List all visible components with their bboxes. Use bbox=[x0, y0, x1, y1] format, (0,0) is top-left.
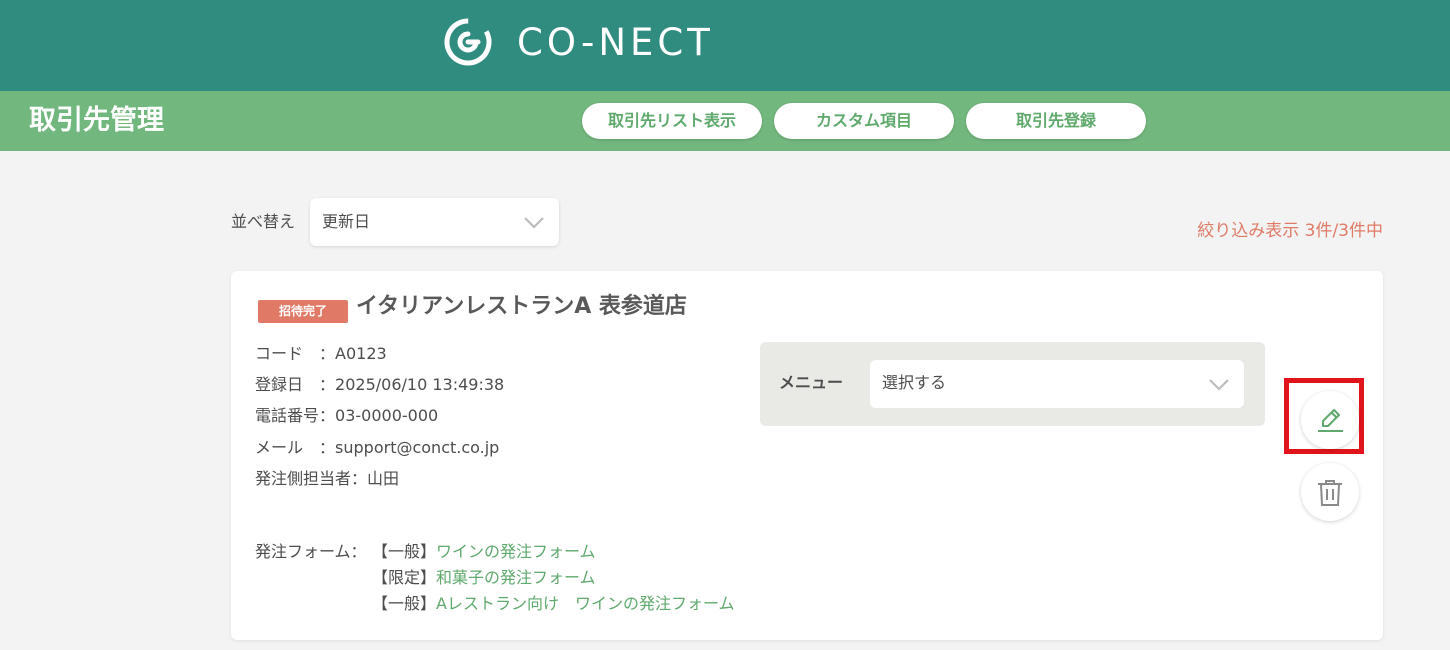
info-separator: ： bbox=[319, 406, 336, 425]
top-header: CO-NECT bbox=[0, 0, 1450, 91]
info-email: メール ：support@conct.co.jp bbox=[255, 437, 499, 459]
sort-label: 並べ替え bbox=[231, 212, 296, 231]
sort-selected-value: 更新日 bbox=[322, 212, 371, 231]
order-form-item: 【限定】和菓子の発注フォーム bbox=[372, 567, 596, 589]
sort-select[interactable]: 更新日 bbox=[310, 198, 559, 246]
status-badge: 招待完了 bbox=[258, 300, 348, 323]
menu-select[interactable]: 選択する bbox=[870, 360, 1244, 408]
register-partner-button[interactable]: 取引先登録 bbox=[966, 103, 1146, 139]
order-form-link[interactable]: 和菓子の発注フォーム bbox=[436, 568, 596, 587]
info-separator: ： bbox=[303, 375, 336, 394]
order-form-tag: 【一般】 bbox=[372, 594, 437, 613]
chevron-down-icon bbox=[1209, 379, 1229, 391]
info-value: 山田 bbox=[367, 469, 400, 488]
trash-icon bbox=[1318, 480, 1342, 506]
menu-label: メニュー bbox=[779, 373, 844, 392]
info-separator: ： bbox=[303, 344, 336, 363]
info-separator: ： bbox=[303, 438, 336, 457]
order-forms-label: 発注フォーム： bbox=[255, 542, 367, 561]
info-value: 03-0000-000 bbox=[335, 406, 439, 425]
custom-fields-button[interactable]: カスタム項目 bbox=[774, 103, 954, 139]
info-separator: ： bbox=[351, 469, 368, 488]
sub-header: 取引先管理 取引先リスト表示 カスタム項目 取引先登録 bbox=[0, 91, 1450, 151]
partner-card: 招待完了 イタリアンレストランA 表参道店 コード ：A0123 登録日 ：20… bbox=[231, 271, 1383, 640]
filter-status: 絞り込み表示 3件/3件中 bbox=[1197, 221, 1383, 241]
info-label: 電話番号 bbox=[255, 406, 320, 425]
info-label: メール bbox=[255, 438, 304, 457]
order-form-tag: 【一般】 bbox=[372, 542, 437, 561]
info-code: コード ：A0123 bbox=[255, 343, 387, 365]
delete-button[interactable] bbox=[1301, 463, 1359, 521]
page-title: 取引先管理 bbox=[29, 105, 164, 136]
menu-box: メニュー 選択する bbox=[760, 342, 1265, 426]
info-label: 登録日 bbox=[255, 375, 304, 394]
partner-name: イタリアンレストランA 表参道店 bbox=[356, 294, 687, 319]
menu-selected-value: 選択する bbox=[882, 373, 947, 392]
info-label: 発注側担当者 bbox=[255, 469, 352, 488]
logo-text: CO-NECT bbox=[517, 21, 714, 64]
info-value: support@conct.co.jp bbox=[335, 438, 500, 457]
info-phone: 電話番号：03-0000-000 bbox=[255, 405, 438, 427]
order-form-link[interactable]: ワインの発注フォーム bbox=[436, 542, 596, 561]
partner-list-button[interactable]: 取引先リスト表示 bbox=[582, 103, 762, 139]
info-contact-person: 発注側担当者：山田 bbox=[255, 468, 399, 490]
info-value: A0123 bbox=[335, 344, 387, 363]
info-registered-date: 登録日 ：2025/06/10 13:49:38 bbox=[255, 374, 504, 396]
conect-logo-icon bbox=[444, 18, 492, 66]
order-form-item: 【一般】Aレストラン向け ワインの発注フォーム bbox=[372, 593, 734, 615]
info-label: コード bbox=[255, 344, 304, 363]
edit-button[interactable] bbox=[1301, 391, 1359, 449]
chevron-down-icon bbox=[524, 217, 544, 229]
pencil-icon bbox=[1318, 409, 1343, 432]
order-form-link[interactable]: Aレストラン向け ワインの発注フォーム bbox=[436, 594, 734, 613]
order-form-item: 【一般】ワインの発注フォーム bbox=[372, 541, 596, 563]
order-form-tag: 【限定】 bbox=[372, 568, 437, 587]
info-value: 2025/06/10 13:49:38 bbox=[335, 375, 505, 394]
